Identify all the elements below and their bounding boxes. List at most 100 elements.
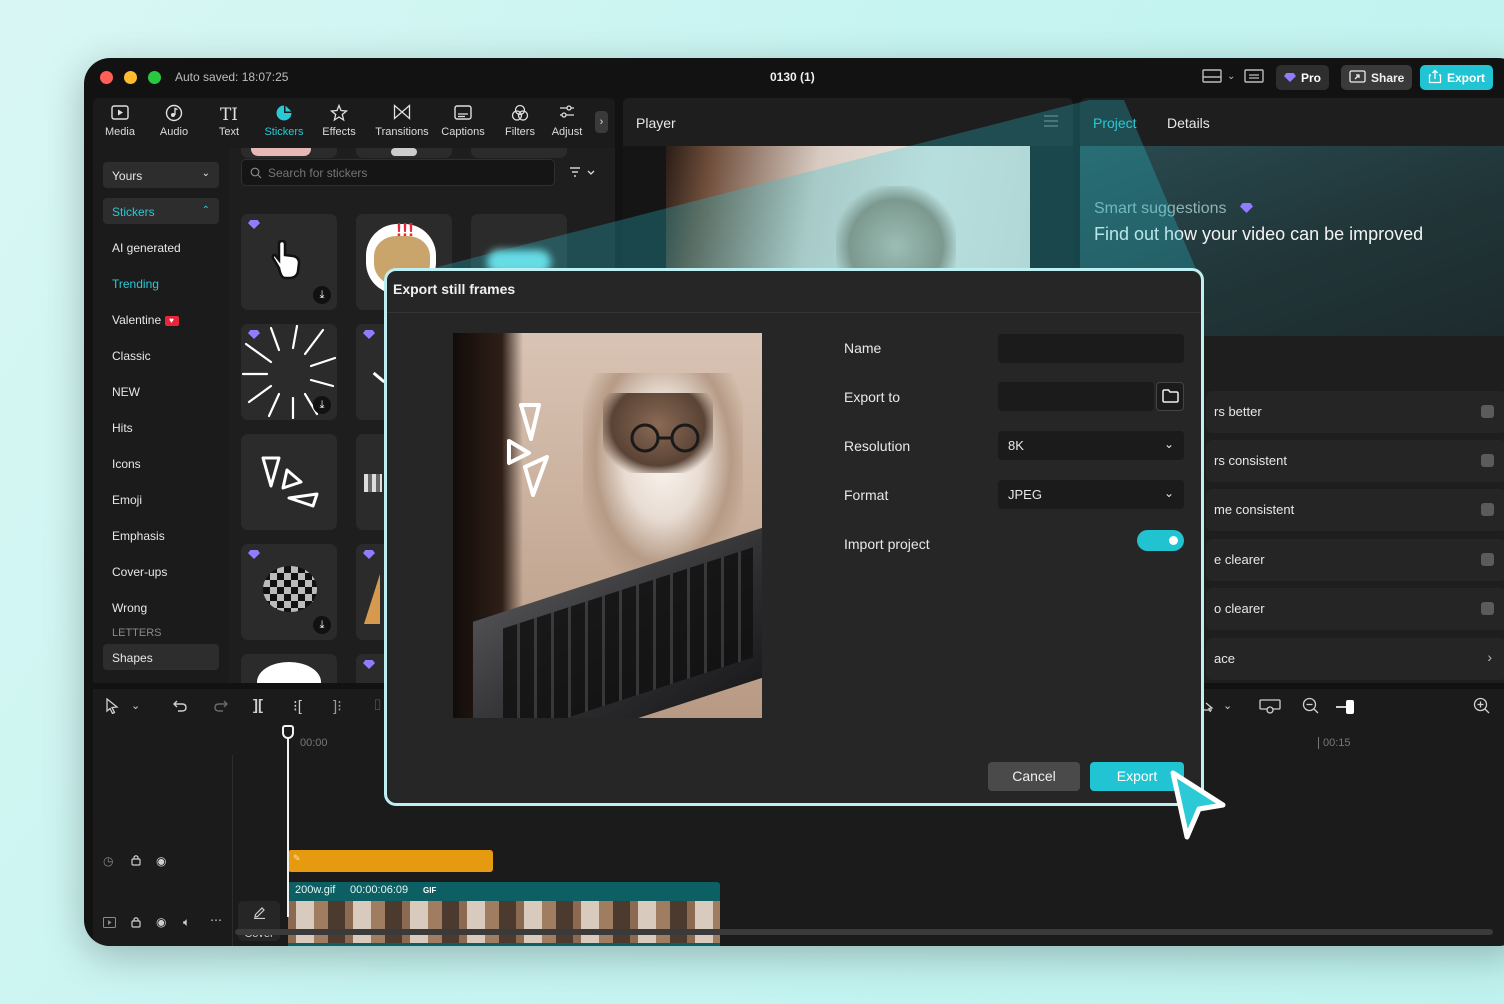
suggestion-row[interactable]: me consistent [1206, 489, 1504, 531]
suggestion-checkbox[interactable] [1481, 553, 1494, 566]
zoom-in-icon[interactable] [1473, 697, 1490, 717]
toolbar-filters[interactable]: Filters [493, 104, 547, 138]
pro-button[interactable]: Pro [1276, 65, 1330, 90]
zoom-slider-handle[interactable] [1346, 700, 1354, 714]
sticker-tile-pixel[interactable]: ⤓ [241, 544, 337, 640]
select-tool-icon[interactable] [105, 697, 119, 717]
sticker-tile-shapes[interactable] [241, 434, 337, 530]
import-project-toggle[interactable] [1137, 530, 1184, 551]
layout-icon[interactable] [1202, 69, 1222, 86]
share-button[interactable]: Share [1341, 65, 1413, 90]
more-icon[interactable]: ⋯ [210, 913, 222, 927]
suggestion-row[interactable]: rs consistent [1206, 440, 1504, 482]
toolbar-transitions[interactable]: Transitions [373, 104, 431, 138]
tab-details[interactable]: Details [1167, 115, 1210, 131]
category-emoji[interactable]: Emoji [103, 486, 219, 512]
clock-icon[interactable]: ◷ [103, 854, 113, 868]
cover-button[interactable]: Cover [238, 901, 280, 941]
category-shapes[interactable]: Shapes [103, 644, 219, 670]
sort-filter-icon[interactable] [569, 166, 595, 181]
suggestion-row[interactable]: rs better [1206, 391, 1504, 433]
chevron-down-icon[interactable]: ⌄ [131, 699, 140, 712]
toolbar-adjust[interactable]: Adjust [543, 104, 591, 138]
category-trending[interactable]: Trending [103, 270, 219, 296]
tab-project[interactable]: Project [1093, 115, 1137, 131]
export-path-input[interactable] [998, 382, 1154, 411]
shortcuts-icon[interactable] [1244, 69, 1264, 86]
toolbar-next-button[interactable]: › [595, 111, 608, 133]
undo-icon[interactable] [172, 697, 188, 716]
suggestion-checkbox[interactable] [1481, 503, 1494, 516]
sticker-search-input[interactable] [268, 164, 548, 182]
volume-icon[interactable]: 🔈︎ [183, 915, 190, 930]
sticker-tile[interactable] [356, 148, 452, 158]
minimize-window-button[interactable] [124, 71, 137, 84]
preview-axis-icon[interactable] [1259, 698, 1281, 717]
zoom-slider[interactable] [1336, 700, 1354, 714]
category-hits[interactable]: Hits [103, 414, 219, 440]
cancel-button[interactable]: Cancel [988, 762, 1080, 791]
lock-icon[interactable] [131, 915, 141, 931]
chevron-down-icon[interactable]: ⌄ [1227, 71, 1235, 82]
video-clip[interactable]: 200w.gif 00:00:06:09 GIF [288, 882, 720, 946]
suggestion-row[interactable]: o clearer [1206, 588, 1504, 630]
toolbar-text[interactable]: TI Text [202, 104, 256, 138]
download-icon[interactable]: ⤓ [313, 396, 331, 414]
toolbar-effects[interactable]: Effects [312, 103, 366, 138]
category-stickers[interactable]: Stickers ⌃ [103, 198, 219, 224]
sticker-tile[interactable] [241, 148, 337, 158]
project-title[interactable]: 0130 (1) [770, 70, 815, 84]
toolbar-media[interactable]: Media [93, 104, 147, 138]
category-yours[interactable]: Yours ⌄ [103, 162, 219, 188]
suggestion-row[interactable]: ace › [1206, 638, 1504, 680]
category-valentine[interactable]: Valentine ♥ [103, 306, 219, 332]
playhead[interactable] [282, 725, 294, 917]
menu-icon[interactable] [1043, 114, 1059, 132]
eye-icon[interactable]: ◉ [156, 915, 166, 929]
search-icon [250, 166, 262, 184]
category-letters[interactable]: LETTERS [103, 624, 219, 638]
format-select[interactable]: JPEG ⌄ [998, 480, 1184, 509]
split-icon[interactable]: ][ [253, 697, 263, 714]
delete-icon[interactable]: ⌷ [373, 697, 382, 714]
category-classic[interactable]: Classic [103, 342, 219, 368]
category-ai-generated[interactable]: AI generated [103, 234, 219, 260]
suggestion-checkbox[interactable] [1481, 602, 1494, 615]
sticker-clip[interactable]: ✎ [288, 850, 493, 872]
category-emphasis[interactable]: Emphasis [103, 522, 219, 548]
sticker-search[interactable] [241, 159, 555, 186]
timeline-scrollbar[interactable] [235, 929, 1493, 935]
export-top-button[interactable]: Export [1420, 65, 1494, 90]
resolution-select[interactable]: 8K ⌄ [998, 431, 1184, 460]
chevron-down-icon[interactable]: ⌄ [1223, 699, 1232, 712]
eye-icon[interactable]: ◉ [156, 854, 166, 868]
category-new[interactable]: NEW [103, 378, 219, 404]
captions-icon [436, 104, 490, 126]
zoom-out-icon[interactable] [1302, 697, 1319, 717]
toolbar-captions[interactable]: Captions [436, 104, 490, 138]
suggestion-checkbox[interactable] [1481, 454, 1494, 467]
download-icon[interactable]: ⤓ [313, 616, 331, 634]
toolbar-stickers[interactable]: Stickers [257, 104, 311, 138]
toolbar-audio[interactable]: Audio [147, 104, 201, 138]
split-left-icon[interactable]: ⁝[ [293, 697, 302, 715]
playhead-handle[interactable] [282, 725, 294, 739]
close-window-button[interactable] [100, 71, 113, 84]
sticker-tile-burst[interactable]: ⤓ [241, 324, 337, 420]
sticker-tile[interactable] [241, 654, 337, 683]
zoom-window-button[interactable] [148, 71, 161, 84]
name-input[interactable] [998, 334, 1184, 363]
category-cover-ups[interactable]: Cover-ups [103, 558, 219, 584]
sticker-tile-hand[interactable]: ⤓ [241, 214, 337, 310]
category-icons[interactable]: Icons [103, 450, 219, 476]
split-right-icon[interactable]: ]⁝ [333, 697, 342, 715]
suggestion-checkbox[interactable] [1481, 405, 1494, 418]
category-wrong[interactable]: Wrong [103, 594, 219, 620]
sticker-tile[interactable] [471, 148, 567, 158]
suggestion-row[interactable]: e clearer [1206, 539, 1504, 581]
browse-folder-button[interactable] [1156, 382, 1184, 411]
lock-icon[interactable] [131, 854, 141, 869]
redo-icon[interactable] [213, 697, 229, 716]
premium-gem-icon [363, 550, 375, 559]
download-icon[interactable]: ⤓ [313, 286, 331, 304]
